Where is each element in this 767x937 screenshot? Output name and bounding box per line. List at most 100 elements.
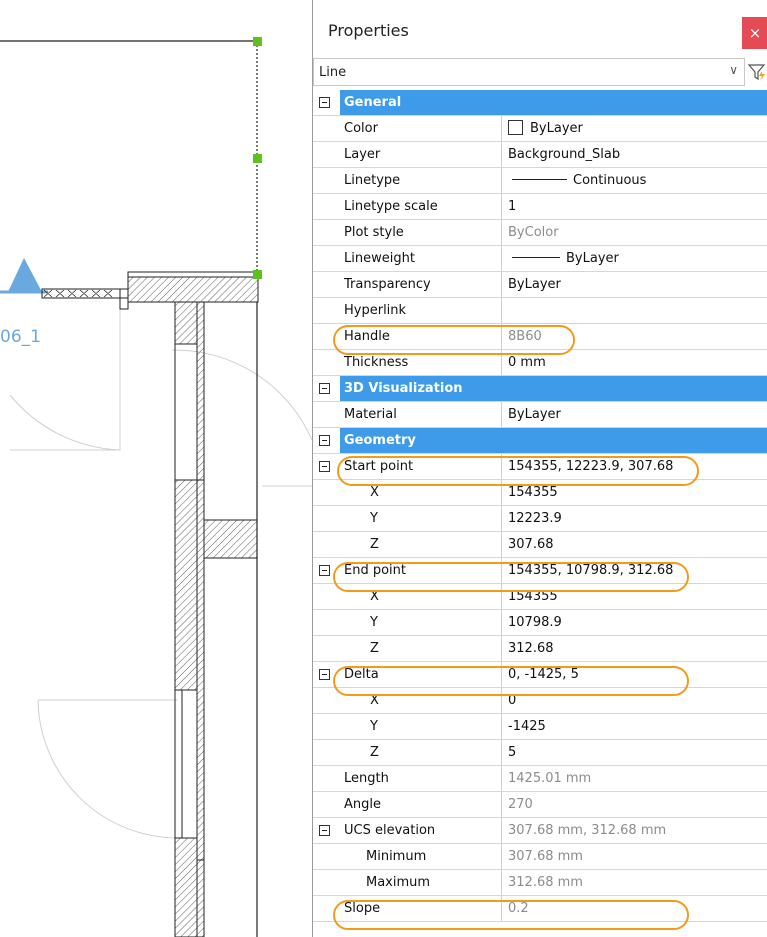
property-row-lineweight[interactable]: Lineweight ByLayer [313,246,767,272]
property-row-transparency[interactable]: Transparency ByLayer [313,272,767,298]
property-row-maximum: Maximum 312.68 mm [313,870,767,896]
delta-value[interactable]: 0, -1425, 5 [502,662,767,687]
property-label: Y [340,506,502,531]
delta-y-value[interactable]: -1425 [502,714,767,739]
collapse-toggle[interactable] [319,97,330,108]
property-label: Thickness [340,350,502,375]
property-row-ucs-elevation[interactable]: UCS elevation 307.68 mm, 312.68 mm [313,818,767,844]
property-row-color[interactable]: Color ByLayer [313,116,767,142]
properties-panel: Properties × Line ∨ General Color ByLaye… [312,0,767,937]
end-point-value[interactable]: 154355, 10798.9, 312.68 [502,558,767,583]
property-row-minimum: Minimum 307.68 mm [313,844,767,870]
property-row-material[interactable]: Material ByLayer [313,402,767,428]
property-row-delta-z[interactable]: Z 5 [313,740,767,766]
drawing-canvas[interactable]: 06_1 [0,0,312,937]
layer-value[interactable]: Background_Slab [502,142,767,167]
property-row-slope: Slope 0.2 [313,896,767,922]
collapse-toggle[interactable] [319,669,330,680]
property-row-start-y[interactable]: Y 12223.9 [313,506,767,532]
property-row-end-z[interactable]: Z 312.68 [313,636,767,662]
end-y-value[interactable]: 10798.9 [502,610,767,635]
quick-select-button[interactable] [747,58,767,86]
object-type-value: Line [319,65,347,80]
filter-lightning-icon [747,64,766,81]
property-label: Lineweight [340,246,502,271]
linetype-scale-value[interactable]: 1 [502,194,767,219]
property-row-delta[interactable]: Delta 0, -1425, 5 [313,662,767,688]
property-row-linetype[interactable]: Linetype Continuous [313,168,767,194]
minimum-value: 307.68 mm [508,849,583,864]
delta-x-value[interactable]: 0 [502,688,767,713]
room-label: 06_1 [0,327,41,347]
property-label: Start point [340,454,502,479]
lineweight-sample [512,257,560,258]
property-label: Hyperlink [340,298,502,323]
linetype-sample [512,179,567,180]
start-y-value[interactable]: 12223.9 [502,506,767,531]
grip-point-end[interactable] [253,37,262,46]
thickness-value[interactable]: 0 mm [502,350,767,375]
property-label: Y [340,714,502,739]
delta-z-value[interactable]: 5 [502,740,767,765]
property-row-linetype-scale[interactable]: Linetype scale 1 [313,194,767,220]
property-row-end-y[interactable]: Y 10798.9 [313,610,767,636]
end-z-value[interactable]: 312.68 [502,636,767,661]
property-row-delta-x[interactable]: X 0 [313,688,767,714]
start-point-value[interactable]: 154355, 12223.9, 307.68 [502,454,767,479]
property-row-end-point[interactable]: End point 154355, 10798.9, 312.68 [313,558,767,584]
collapse-toggle[interactable] [319,825,330,836]
end-x-value[interactable]: 154355 [502,584,767,609]
linetype-value[interactable]: Continuous [502,168,767,193]
transparency-value[interactable]: ByLayer [502,272,767,297]
start-z-value[interactable]: 307.68 [502,532,767,557]
property-row-handle: Handle 8B60 [313,324,767,350]
lineweight-value[interactable]: ByLayer [502,246,767,271]
section-geometry[interactable]: Geometry [313,428,767,454]
property-row-start-z[interactable]: Z 307.68 [313,532,767,558]
property-label: Handle [340,324,502,349]
collapse-toggle[interactable] [319,383,330,394]
property-label: Z [340,532,502,557]
property-label: Z [340,740,502,765]
handle-value: 8B60 [508,329,542,344]
property-value: ByLayer [566,251,619,266]
property-row-start-x[interactable]: X 154355 [313,480,767,506]
collapse-toggle[interactable] [319,461,330,472]
section-3d-visualization[interactable]: 3D Visualization [313,376,767,402]
chevron-down-icon: ∨ [729,63,738,77]
property-label: Maximum [340,870,502,895]
property-label: Linetype scale [340,194,502,219]
property-label: End point [340,558,502,583]
material-value[interactable]: ByLayer [502,402,767,427]
property-label: Layer [340,142,502,167]
ucs-elevation-value: 307.68 mm, 312.68 mm [508,823,667,838]
property-row-thickness[interactable]: Thickness 0 mm [313,350,767,376]
close-button[interactable]: × [742,17,767,49]
property-label: X [340,584,502,609]
property-label: Minimum [340,844,502,869]
slope-value: 0.2 [508,901,529,916]
color-value[interactable]: ByLayer [502,116,767,141]
property-label: Material [340,402,502,427]
property-grid: General Color ByLayer Layer Background_S… [313,90,767,922]
collapse-toggle[interactable] [319,435,330,446]
start-x-value[interactable]: 154355 [502,480,767,505]
property-row-layer[interactable]: Layer Background_Slab [313,142,767,168]
property-label: Length [340,766,502,791]
property-row-start-point[interactable]: Start point 154355, 12223.9, 307.68 [313,454,767,480]
property-row-hyperlink[interactable]: Hyperlink [313,298,767,324]
grip-point-start[interactable] [253,270,262,279]
property-label: X [340,688,502,713]
property-row-delta-y[interactable]: Y -1425 [313,714,767,740]
collapse-toggle[interactable] [319,565,330,576]
property-row-end-x[interactable]: X 154355 [313,584,767,610]
property-label: Angle [340,792,502,817]
property-row-plot-style[interactable]: Plot style ByColor [313,220,767,246]
object-type-dropdown[interactable]: Line ∨ [313,58,745,86]
hyperlink-value[interactable] [502,298,767,323]
property-label: X [340,480,502,505]
section-general[interactable]: General [313,90,767,116]
plot-style-value: ByColor [508,225,559,240]
grip-point-mid[interactable] [253,154,262,163]
angle-value: 270 [508,797,533,812]
